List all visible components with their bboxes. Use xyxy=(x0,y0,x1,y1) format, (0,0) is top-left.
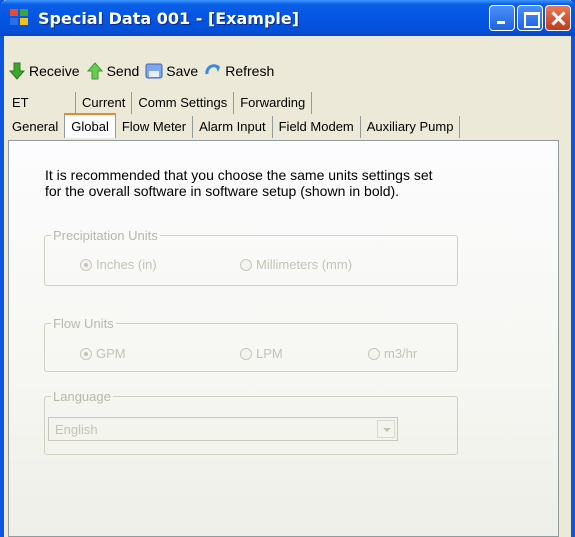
tab-current[interactable]: Current xyxy=(76,92,133,114)
close-button[interactable] xyxy=(545,5,571,31)
note-line-1: It is recommended that you choose the sa… xyxy=(45,167,433,183)
save-button[interactable]: Save xyxy=(145,62,198,80)
tab-comm-settings[interactable]: Comm Settings xyxy=(132,92,235,114)
flow-units-legend: Flow Units xyxy=(53,316,114,331)
title-bar[interactable]: Special Data 001 - [Example] xyxy=(0,0,575,36)
chevron-down-icon[interactable] xyxy=(377,420,395,438)
tab-row-2: General Global Flow Meter Alarm Input Fi… xyxy=(10,113,461,138)
precip-mm-label: Millimeters (mm) xyxy=(256,257,353,272)
refresh-button[interactable]: Refresh xyxy=(204,62,274,80)
tab-row-1: ET Current Comm Settings Forwarding xyxy=(10,92,313,114)
tab-auxiliary-pump[interactable]: Auxiliary Pump xyxy=(361,116,461,138)
window-title: Special Data 001 - [Example] xyxy=(38,8,300,28)
tab-field-modem[interactable]: Field Modem xyxy=(273,116,361,138)
language-legend: Language xyxy=(53,389,111,404)
toolbar: Receive Send Save Refresh xyxy=(8,60,274,82)
flow-gpm-option[interactable]: GPM xyxy=(80,346,126,361)
flow-gpm-label: GPM xyxy=(96,346,126,361)
tab-general[interactable]: General xyxy=(10,116,64,138)
tab-global[interactable]: Global xyxy=(64,113,116,138)
flow-lpm-radio[interactable] xyxy=(240,347,252,360)
language-value: English xyxy=(55,422,98,437)
refresh-icon xyxy=(205,64,221,75)
note-line-2: for the overall software in software set… xyxy=(45,183,400,199)
refresh-label: Refresh xyxy=(225,63,275,79)
precip-inches-option[interactable]: Inches (in) xyxy=(80,257,157,272)
tab-alarm-input[interactable]: Alarm Input xyxy=(193,116,273,138)
precip-inches-label: Inches (in) xyxy=(96,257,157,272)
minimize-button[interactable] xyxy=(489,5,515,31)
save-label: Save xyxy=(166,63,199,79)
tab-flow-meter[interactable]: Flow Meter xyxy=(116,116,194,138)
receive-arrow-icon xyxy=(8,62,26,80)
receive-label: Receive xyxy=(29,63,80,79)
flow-lpm-label: LPM xyxy=(256,346,283,361)
app-icon xyxy=(10,9,30,27)
maximize-button[interactable] xyxy=(517,5,543,31)
precip-mm-radio[interactable] xyxy=(240,258,252,271)
save-icon xyxy=(145,63,163,79)
flow-gpm-radio[interactable] xyxy=(80,347,92,360)
language-dropdown[interactable]: English xyxy=(48,417,398,441)
tab-forwarding[interactable]: Forwarding xyxy=(234,92,313,114)
send-button[interactable]: Send xyxy=(86,62,140,80)
units-note: It is recommended that you choose the sa… xyxy=(45,167,433,199)
precip-inches-radio[interactable] xyxy=(80,258,92,271)
send-arrow-icon xyxy=(86,62,103,80)
tab-et[interactable]: ET xyxy=(10,92,76,114)
precipitation-units-legend: Precipitation Units xyxy=(53,228,158,243)
flow-m3hr-option[interactable]: m3/hr xyxy=(368,346,417,361)
flow-lpm-option[interactable]: LPM xyxy=(240,346,283,361)
precip-mm-option[interactable]: Millimeters (mm) xyxy=(240,257,352,272)
send-label: Send xyxy=(106,63,140,79)
flow-m3hr-label: m3/hr xyxy=(384,346,418,361)
flow-units-group: Flow Units xyxy=(44,316,458,372)
receive-button[interactable]: Receive xyxy=(8,62,80,80)
flow-m3hr-radio[interactable] xyxy=(368,347,380,360)
